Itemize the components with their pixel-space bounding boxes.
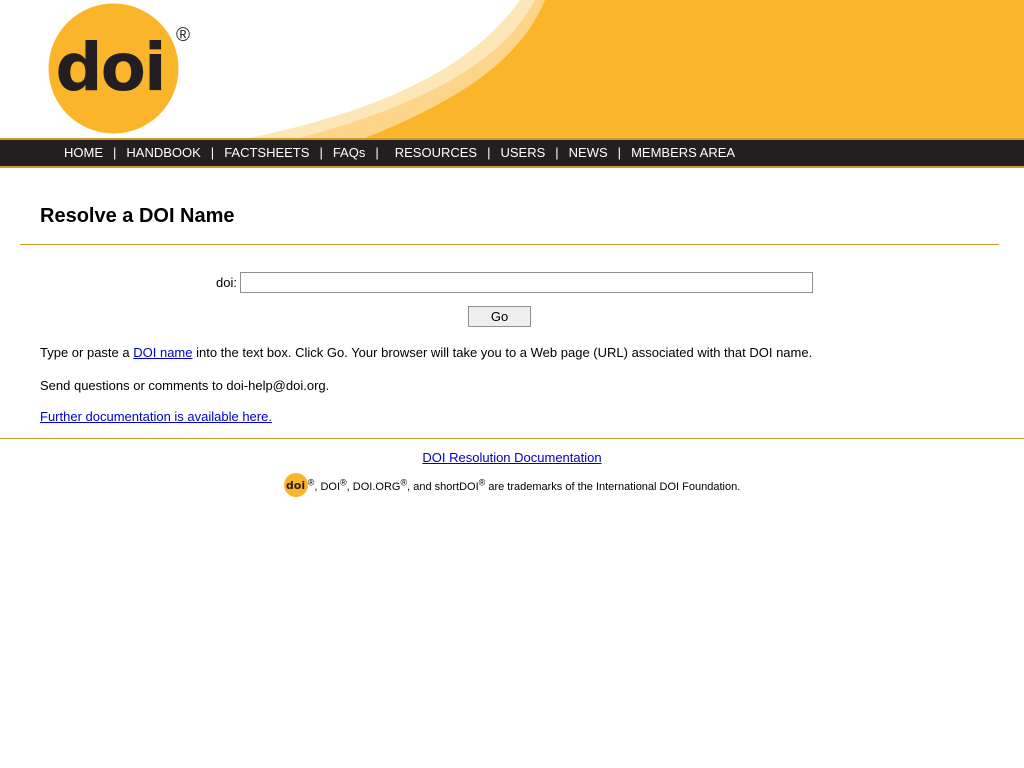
trademark-suffix: are trademarks of the International DOI … xyxy=(485,481,741,493)
nav-separator: | xyxy=(555,145,559,160)
nav-item-news[interactable]: NEWS xyxy=(569,145,608,160)
nav-item-factsheets[interactable]: FACTSHEETS xyxy=(224,145,309,160)
instructions-prefix: Type or paste a xyxy=(40,345,134,360)
svg-text:doi: doi xyxy=(55,29,164,106)
svg-text:doi: doi xyxy=(286,479,305,492)
instructions-suffix: into the text box. Click Go. Your browse… xyxy=(192,345,813,360)
nav-separator: | xyxy=(319,145,323,160)
doi-name-link[interactable]: DOI name xyxy=(133,345,192,360)
reg-mark: ® xyxy=(340,477,347,488)
go-button[interactable]: Go xyxy=(468,306,531,327)
doi-label: doi: xyxy=(216,275,237,290)
registered-mark: ® xyxy=(176,25,190,46)
nav-item-home[interactable]: HOME xyxy=(64,145,103,160)
divider xyxy=(20,244,999,245)
nav-separator: | xyxy=(210,145,215,160)
further-documentation-link[interactable]: Further documentation is available here. xyxy=(40,409,272,424)
nav-separator: | xyxy=(375,145,379,160)
nav-item-resources[interactable]: RESOURCES xyxy=(395,145,477,160)
doi-mini-logo-icon: doi xyxy=(283,473,308,497)
nav-item-users[interactable]: USERS xyxy=(500,145,545,160)
nav-separator: | xyxy=(617,145,622,160)
site-header: doi ® xyxy=(0,0,1024,138)
doi-input[interactable] xyxy=(240,272,813,293)
footer-divider xyxy=(0,438,1024,439)
doi-resolution-documentation-link[interactable]: DOI Resolution Documentation xyxy=(422,450,601,465)
nav-item-faqs[interactable]: FAQs xyxy=(333,145,366,160)
trademark-doi: , DOI xyxy=(314,481,341,493)
nav-item-members-area[interactable]: MEMBERS AREA xyxy=(631,145,735,160)
trademark-shortdoi: , and shortDOI xyxy=(407,481,479,493)
trademark-notice: doi ®, DOI®, DOI.ORG®, and shortDOI® are… xyxy=(0,473,1024,497)
docs-paragraph: Further documentation is available here. xyxy=(40,409,272,424)
resolve-form: doi: xyxy=(0,272,1024,294)
doi-logo[interactable]: doi xyxy=(48,3,179,134)
instructions-text: Type or paste a DOI name into the text b… xyxy=(40,345,812,360)
contact-text: Send questions or comments to doi-help@d… xyxy=(40,378,330,393)
nav-items: HOME | HANDBOOK | FACTSHEETS | FAQs | RESOURCES |… xyxy=(64,145,735,160)
nav-separator: | xyxy=(487,145,491,160)
trademark-doi-org: , DOI.ORG xyxy=(346,481,401,493)
page-title: Resolve a DOI Name xyxy=(40,205,235,227)
main-navigation: HOME | HANDBOOK | FACTSHEETS | FAQs | RESOURCES |… xyxy=(0,138,1024,168)
nav-item-handbook[interactable]: HANDBOOK xyxy=(126,145,200,160)
nav-separator: | xyxy=(113,145,117,160)
footer-link-row: DOI Resolution Documentation xyxy=(0,450,1024,465)
